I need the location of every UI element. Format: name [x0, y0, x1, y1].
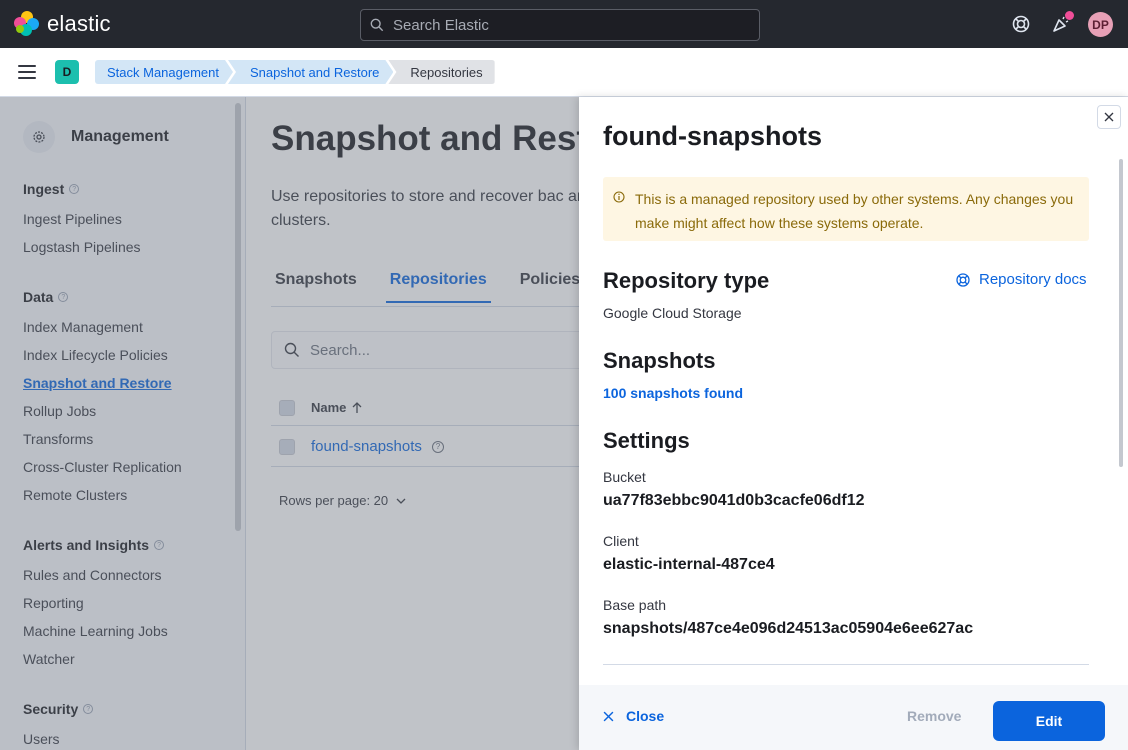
managed-repository-callout: This is a managed repository used by oth…	[603, 177, 1089, 241]
setting-value-client: elastic-internal-487ce4	[603, 556, 775, 573]
repository-type-heading: Repository type	[603, 268, 770, 293]
setting-label-client: Client	[603, 533, 639, 549]
setting-label-bucket: Bucket	[603, 469, 646, 485]
snapshots-heading: Snapshots	[603, 348, 716, 373]
remove-button[interactable]: Remove	[907, 708, 961, 724]
flyout-close-button[interactable]	[1097, 105, 1121, 129]
flyout-title: found-snapshots	[603, 121, 822, 151]
elastic-logo[interactable]: elastic	[14, 11, 111, 37]
repository-type-value: Google Cloud Storage	[603, 305, 742, 321]
snapshots-found-link[interactable]: 100 snapshots found	[603, 385, 743, 401]
breadcrumb-repositories: Repositories	[388, 60, 495, 84]
hamburger-menu-icon[interactable]	[18, 65, 36, 79]
repository-docs-label: Repository docs	[979, 271, 1087, 288]
search-icon	[370, 18, 384, 32]
close-icon	[1104, 112, 1114, 122]
modal-overlay[interactable]	[0, 97, 579, 750]
user-avatar[interactable]: DP	[1088, 12, 1113, 37]
repository-docs-link[interactable]: Repository docs	[955, 271, 1087, 288]
breadcrumb-stack-management[interactable]: Stack Management	[95, 60, 233, 84]
news-feed-button[interactable]	[1051, 11, 1074, 36]
info-icon	[613, 191, 625, 203]
setting-label-base-path: Base path	[603, 597, 667, 613]
flyout-scrollbar[interactable]	[1119, 159, 1123, 467]
global-search-input[interactable]	[393, 16, 733, 34]
flyout-footer: Close Remove Edit	[579, 685, 1128, 750]
edit-button[interactable]: Edit	[993, 701, 1105, 741]
brand-name: elastic	[47, 11, 111, 36]
space-avatar[interactable]: D	[55, 60, 79, 84]
breadcrumb: Stack Management Snapshot and Restore Re…	[95, 60, 495, 84]
close-icon	[603, 711, 614, 721]
notification-dot	[1065, 11, 1074, 20]
close-button[interactable]: Close	[603, 708, 664, 724]
help-icon	[956, 272, 970, 287]
global-search[interactable]	[360, 9, 760, 41]
breadcrumb-snapshot-and-restore[interactable]: Snapshot and Restore	[228, 60, 393, 84]
flyout-divider	[603, 664, 1089, 665]
repository-flyout: found-snapshots This is a managed reposi…	[579, 97, 1128, 750]
callout-text: This is a managed repository used by oth…	[635, 191, 1074, 231]
top-header: elastic DP	[0, 0, 1128, 48]
setting-value-bucket: ua77f83ebbc9041d0b3cacfe06df12	[603, 492, 865, 509]
close-button-label: Close	[626, 708, 665, 724]
elastic-logo-icon	[14, 11, 40, 37]
help-icon[interactable]	[1011, 14, 1031, 34]
setting-value-base-path: snapshots/487ce4e096d24513ac05904e6ee627…	[603, 620, 974, 637]
settings-heading: Settings	[603, 428, 690, 453]
breadcrumb-bar: D Stack Management Snapshot and Restore …	[0, 48, 1128, 97]
